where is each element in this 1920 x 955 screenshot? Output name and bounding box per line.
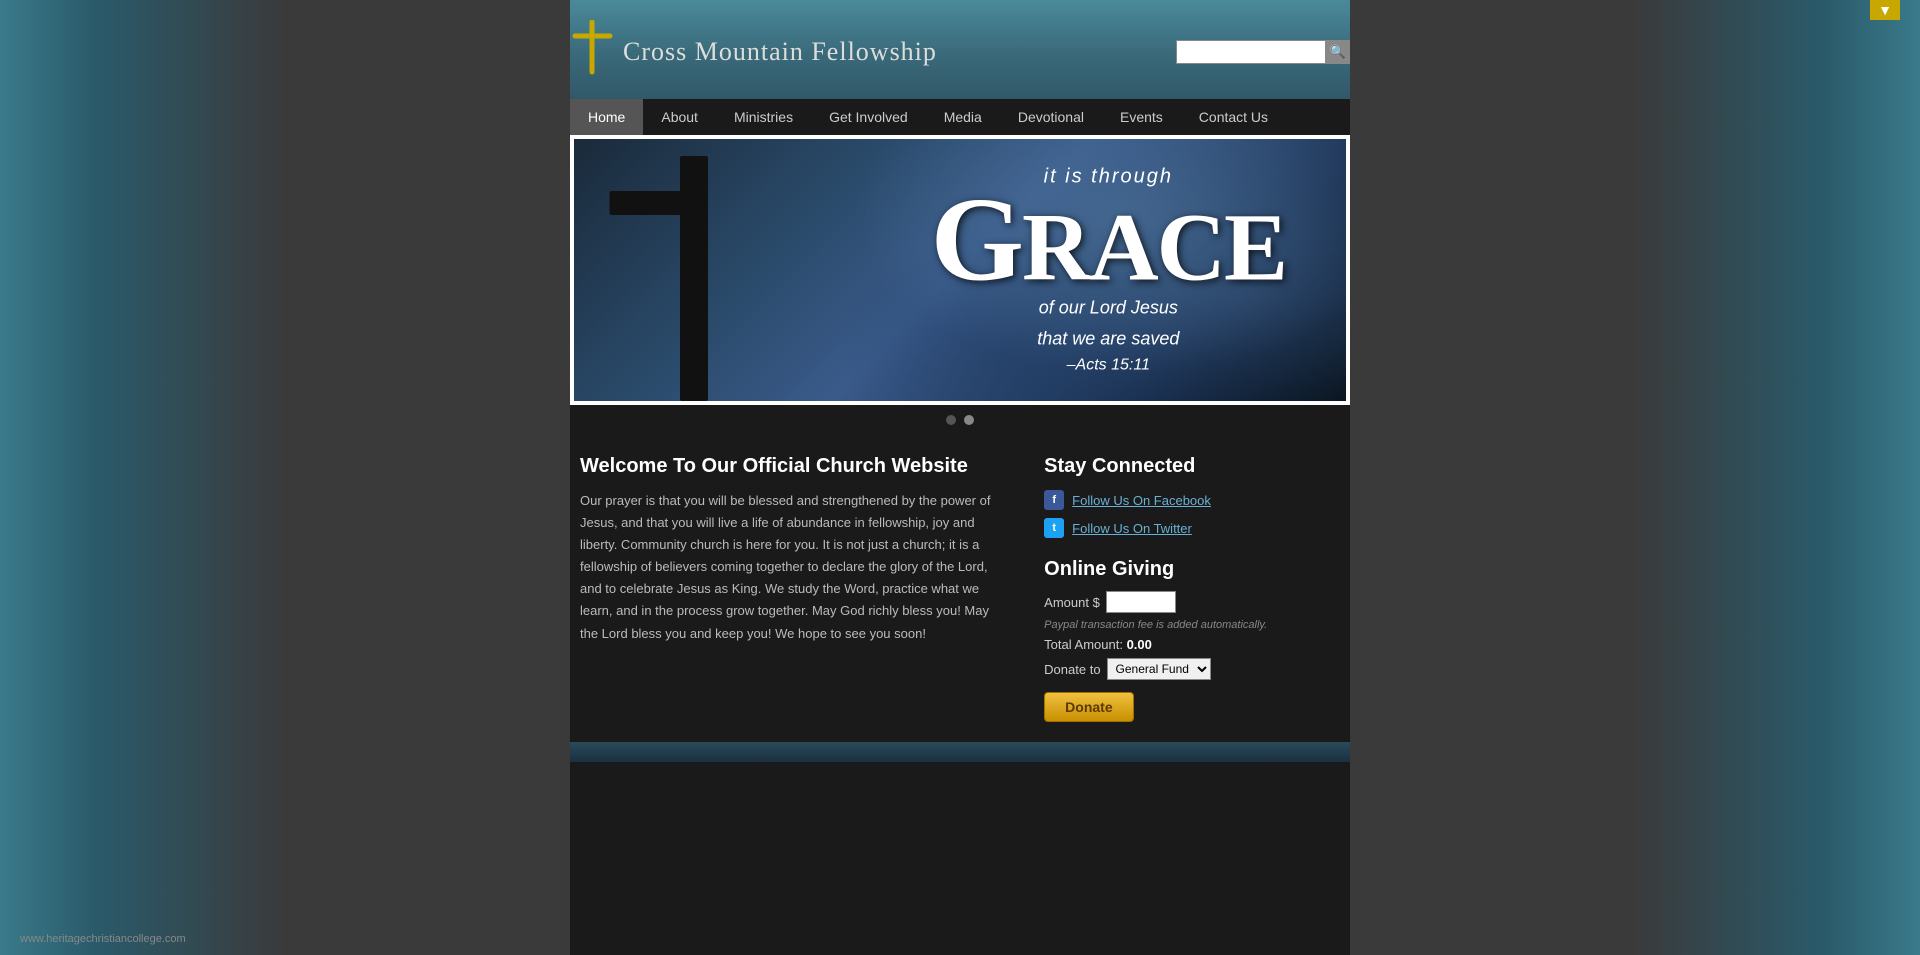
navigation: Home About Ministries Get Involved Media… bbox=[570, 99, 1350, 135]
hero-slider: it is through GRACE of our Lord Jesus th… bbox=[570, 135, 1350, 405]
twitter-icon: t bbox=[1044, 518, 1064, 538]
donate-fund-select[interactable]: General Fund bbox=[1107, 658, 1211, 680]
search-input[interactable] bbox=[1176, 40, 1326, 64]
welcome-body: Our prayer is that you will be blessed a… bbox=[580, 490, 994, 645]
nav-get-involved[interactable]: Get Involved bbox=[811, 99, 926, 135]
facebook-link[interactable]: f Follow Us On Facebook bbox=[1044, 490, 1340, 510]
paypal-note: Paypal transaction fee is added automati… bbox=[1044, 619, 1340, 631]
total-row: Total Amount: 0.00 bbox=[1044, 637, 1340, 652]
nav-events[interactable]: Events bbox=[1102, 99, 1181, 135]
nav-about[interactable]: About bbox=[643, 99, 716, 135]
amount-row: Amount $ bbox=[1044, 591, 1340, 613]
total-value: 0.00 bbox=[1127, 637, 1152, 652]
footer bbox=[570, 742, 1350, 762]
slider-dot-2[interactable] bbox=[964, 415, 974, 425]
amount-input[interactable] bbox=[1106, 591, 1176, 613]
logo-area: Cross Mountain Fellowship bbox=[570, 20, 937, 84]
amount-label: Amount $ bbox=[1044, 595, 1100, 610]
logo-text: Cross Mountain Fellowship bbox=[623, 37, 937, 67]
stay-connected-title: Stay Connected bbox=[1044, 455, 1340, 478]
body-section: Welcome To Our Official Church Website O… bbox=[570, 435, 1350, 742]
nav-devotional[interactable]: Devotional bbox=[1000, 99, 1102, 135]
hero-text-block: it is through GRACE of our Lord Jesus th… bbox=[931, 166, 1286, 375]
total-label: Total Amount: bbox=[1044, 637, 1123, 652]
twitter-label: Follow Us On Twitter bbox=[1072, 521, 1192, 536]
hero-verse: –Acts 15:11 bbox=[931, 357, 1286, 375]
nav-ministries[interactable]: Ministries bbox=[716, 99, 811, 135]
donate-button[interactable]: Donate bbox=[1044, 692, 1133, 722]
facebook-label: Follow Us On Facebook bbox=[1072, 493, 1211, 508]
hero-subtitle2: that we are saved bbox=[931, 326, 1286, 353]
welcome-title: Welcome To Our Official Church Website bbox=[580, 455, 994, 478]
nav-contact-us[interactable]: Contact Us bbox=[1181, 99, 1286, 135]
hero-title: GRACE bbox=[931, 189, 1286, 291]
right-column: Stay Connected f Follow Us On Facebook t… bbox=[1034, 455, 1350, 722]
search-button[interactable]: 🔍 bbox=[1326, 40, 1350, 64]
nav-home[interactable]: Home bbox=[570, 99, 643, 135]
header: Cross Mountain Fellowship 🔍 Home About M… bbox=[570, 0, 1350, 135]
welcome-column: Welcome To Our Official Church Website O… bbox=[570, 455, 1004, 722]
slider-dot-1[interactable] bbox=[946, 415, 956, 425]
nav-media[interactable]: Media bbox=[926, 99, 1000, 135]
outer-wrapper: ▼ Cross Mountain Fellowship 🔍 bbox=[0, 0, 1920, 955]
header-inner: Cross Mountain Fellowship 🔍 bbox=[570, 20, 1350, 99]
slider-dots bbox=[570, 405, 1350, 435]
twitter-link[interactable]: t Follow Us On Twitter bbox=[1044, 518, 1340, 538]
search-area: 🔍 bbox=[1176, 40, 1350, 64]
facebook-icon: f bbox=[1044, 490, 1064, 510]
footer-url: www.heritagechristiancollege.com bbox=[20, 933, 186, 945]
logo-cross-icon bbox=[570, 20, 615, 84]
content-layer: Cross Mountain Fellowship 🔍 Home About M… bbox=[0, 0, 1920, 762]
donate-to-row: Donate to General Fund bbox=[1044, 658, 1340, 680]
donate-to-label: Donate to bbox=[1044, 662, 1100, 677]
online-giving-title: Online Giving bbox=[1044, 558, 1340, 581]
